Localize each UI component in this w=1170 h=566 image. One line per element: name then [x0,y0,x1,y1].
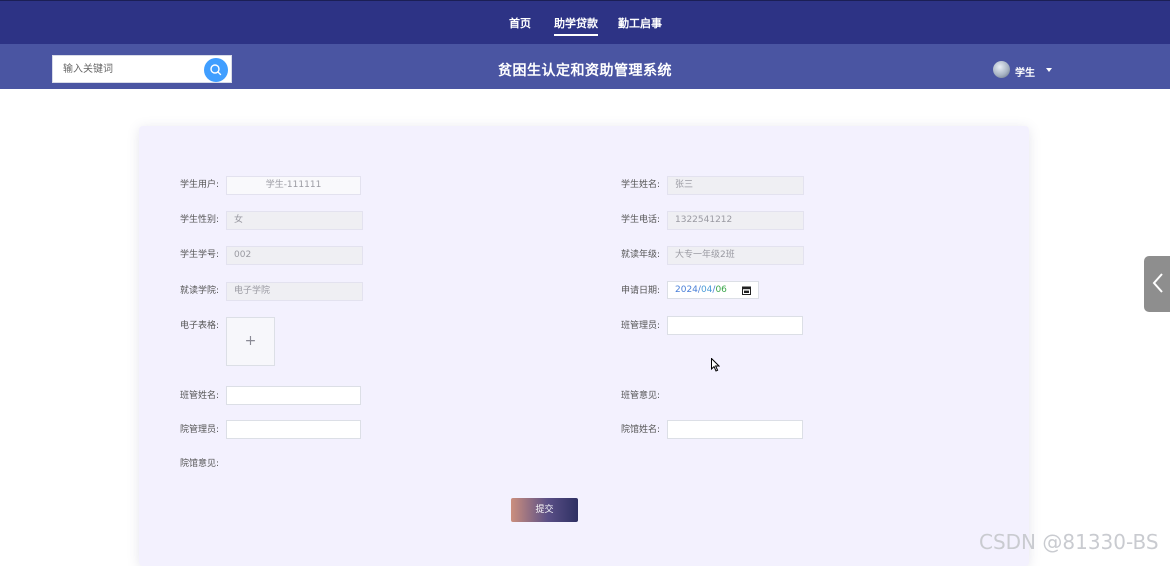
date-month: 04 [700,285,713,295]
watermark: CSDN @81330-BS [979,530,1159,554]
gender-field[interactable]: 女 [226,211,363,230]
class-admin-input[interactable] [667,316,803,335]
college-admin-name-input[interactable] [667,420,803,439]
date-day: 06 [715,285,727,295]
class-admin-name-label: 班管姓名: [180,391,220,401]
date-year: 2024 [675,285,698,295]
class-admin-label: 班管理员: [621,321,661,331]
header-bar: 贫困生认定和资助管理系统 学生 [0,44,1170,89]
submit-button[interactable]: 提交 [511,498,578,522]
student-name-label: 学生姓名: [621,180,661,190]
nav-home[interactable]: 首页 [509,15,531,31]
class-opinion-label: 班管意见: [621,391,661,401]
side-collapse-tab[interactable] [1144,256,1170,312]
student-name-field[interactable]: 张三 [667,176,804,195]
avatar [993,61,1010,78]
class-admin-name-input[interactable] [226,386,361,405]
student-no-label: 学生学号: [180,250,220,260]
calendar-icon[interactable] [742,286,751,295]
student-no-field[interactable]: 002 [226,246,363,265]
chevron-left-icon [1152,273,1163,293]
nav-work-study[interactable]: 勤工启事 [618,15,662,31]
college-admin-name-label: 院馆姓名: [621,425,661,435]
phone-label: 学生电话: [621,215,661,225]
e-form-label: 电子表格: [180,321,220,331]
top-navbar: 首页 助学贷款 勤工启事 [0,0,1170,44]
phone-field[interactable]: 1322541212 [667,211,804,230]
plus-icon: + [244,333,257,349]
student-user-field[interactable]: 学生-111111 [226,176,361,195]
grade-label: 就读年级: [621,250,661,260]
college-admin-input[interactable] [226,420,361,439]
apply-date-input[interactable]: 2024/04/06 [667,281,759,299]
student-user-label: 学生用户: [180,180,220,190]
gender-label: 学生性别: [180,215,220,225]
nav-student-loan[interactable]: 助学贷款 [554,15,598,36]
college-field[interactable]: 电子学院 [226,282,363,301]
chevron-down-icon [1046,68,1052,72]
apply-date-label: 申请日期: [621,286,661,296]
college-label: 就读学院: [180,286,220,296]
upload-button[interactable]: + [226,317,275,366]
college-admin-label: 院管理员: [180,425,220,435]
grade-field[interactable]: 大专一年级2班 [667,246,804,265]
college-opinion-label: 院馆意见: [180,459,220,469]
mouse-cursor-icon [711,358,720,372]
user-name: 学生 [1015,68,1035,79]
